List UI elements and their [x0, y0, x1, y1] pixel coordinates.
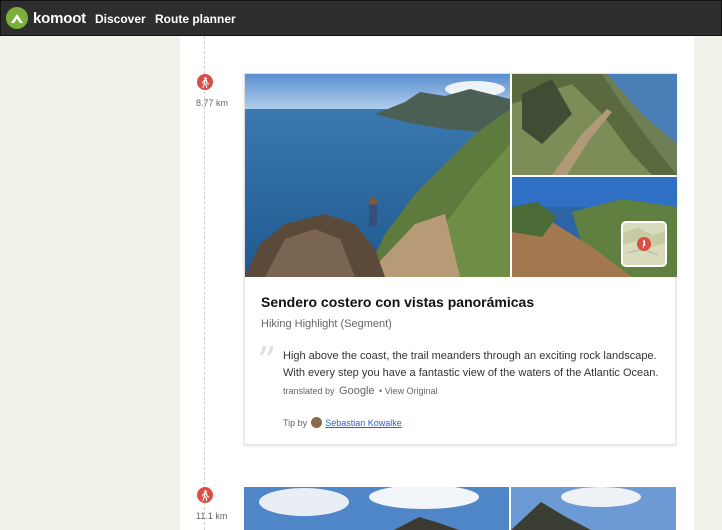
highlight-subtitle: Hiking Highlight (Segment) — [261, 318, 392, 330]
waypoint-distance: 8.77 km — [196, 98, 229, 108]
google-logo: Google — [339, 385, 375, 397]
map-thumbnail[interactable] — [621, 221, 667, 267]
mountain-logo-icon — [6, 7, 28, 29]
view-original-link[interactable]: View Original — [385, 386, 438, 396]
hiker-icon — [197, 487, 213, 503]
brand-name: komoot — [33, 9, 86, 27]
top-bar: komoot Discover Route planner — [0, 0, 722, 36]
tip-author-link[interactable]: Sebastian Kowalke — [325, 418, 402, 428]
avatar[interactable] — [311, 417, 323, 428]
quote-icon: ” — [257, 339, 277, 383]
tip-label: Tip by — [283, 417, 308, 428]
highlight-card[interactable]: Sendero costero con vistas panorámicas H… — [244, 73, 677, 445]
next-highlight-photo-main[interactable] — [244, 487, 509, 530]
highlight-photo-2[interactable] — [512, 74, 677, 175]
tip-author-row: Tip by Sebastian Kowalke — [283, 417, 402, 428]
scrollbar[interactable] — [712, 36, 722, 530]
next-highlight-photo-2[interactable] — [511, 487, 676, 530]
translation-info: translated by Google • View Original — [283, 385, 438, 397]
highlight-title[interactable]: Sendero costero con vistas panorámicas — [261, 294, 534, 310]
translated-by-label: translated by — [283, 386, 335, 396]
nav-discover[interactable]: Discover — [95, 12, 146, 26]
separator-dot: • — [379, 386, 383, 396]
nav-route-planner[interactable]: Route planner — [155, 12, 236, 26]
waypoint-distance: 11.1 km — [196, 511, 228, 521]
timeline-line — [204, 36, 205, 530]
highlight-description: High above the coast, the trail meanders… — [283, 350, 659, 379]
hiker-icon — [197, 74, 213, 90]
komoot-logo[interactable]: komoot — [6, 7, 86, 29]
highlight-photo-main[interactable] — [245, 74, 510, 277]
